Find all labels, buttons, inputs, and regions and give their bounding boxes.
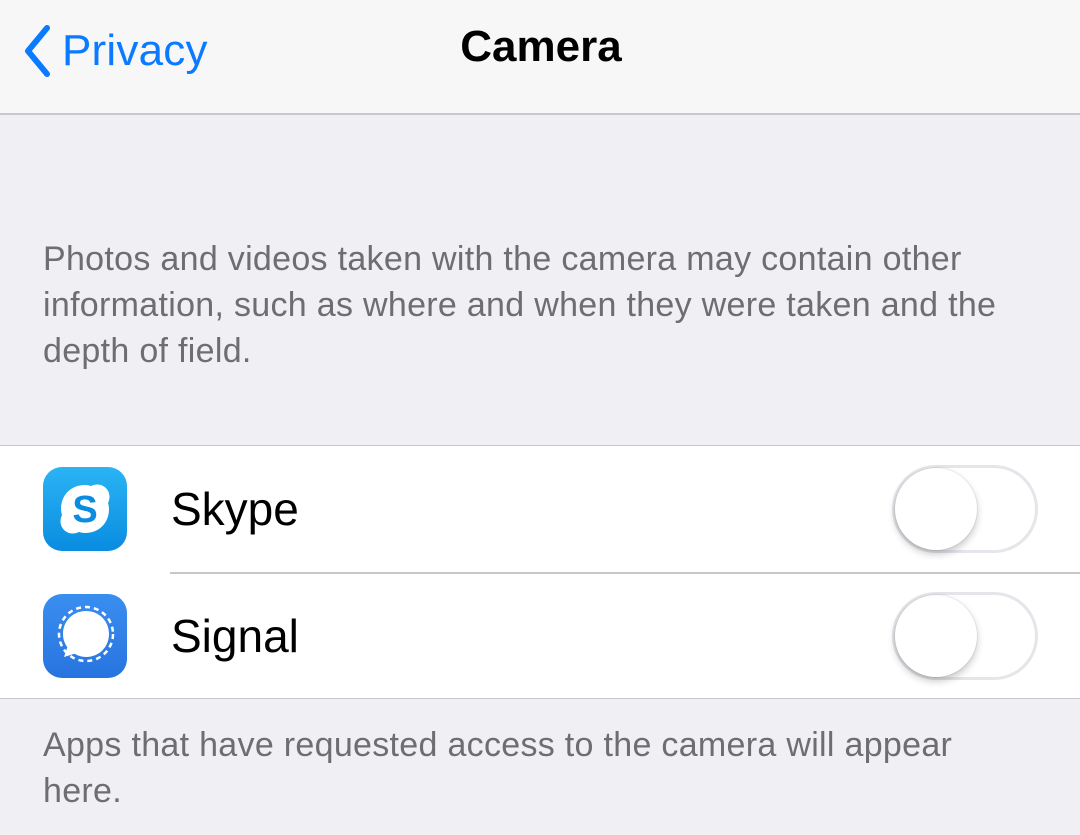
skype-camera-toggle[interactable]: [892, 465, 1038, 553]
signal-icon: [43, 594, 127, 678]
svg-text:S: S: [72, 489, 97, 531]
list-item-skype: S Skype: [0, 446, 1080, 574]
app-permission-list: S Skype Signal: [0, 445, 1080, 699]
navigation-bar: Privacy Camera: [0, 0, 1080, 115]
section-header-note: Photos and videos taken with the camera …: [43, 240, 997, 370]
section-footer-note: Apps that have requested access to the c…: [43, 726, 953, 810]
page-title-text: Camera: [460, 22, 622, 71]
signal-camera-toggle[interactable]: [892, 592, 1038, 680]
toggle-knob: [895, 595, 977, 677]
app-name-skype: Skype: [171, 483, 299, 535]
page-title: Camera: [0, 22, 1080, 72]
skype-icon: S: [43, 467, 127, 551]
list-item-signal: Signal: [0, 573, 1080, 699]
toggle-knob: [895, 468, 977, 550]
app-name-signal: Signal: [171, 610, 299, 662]
